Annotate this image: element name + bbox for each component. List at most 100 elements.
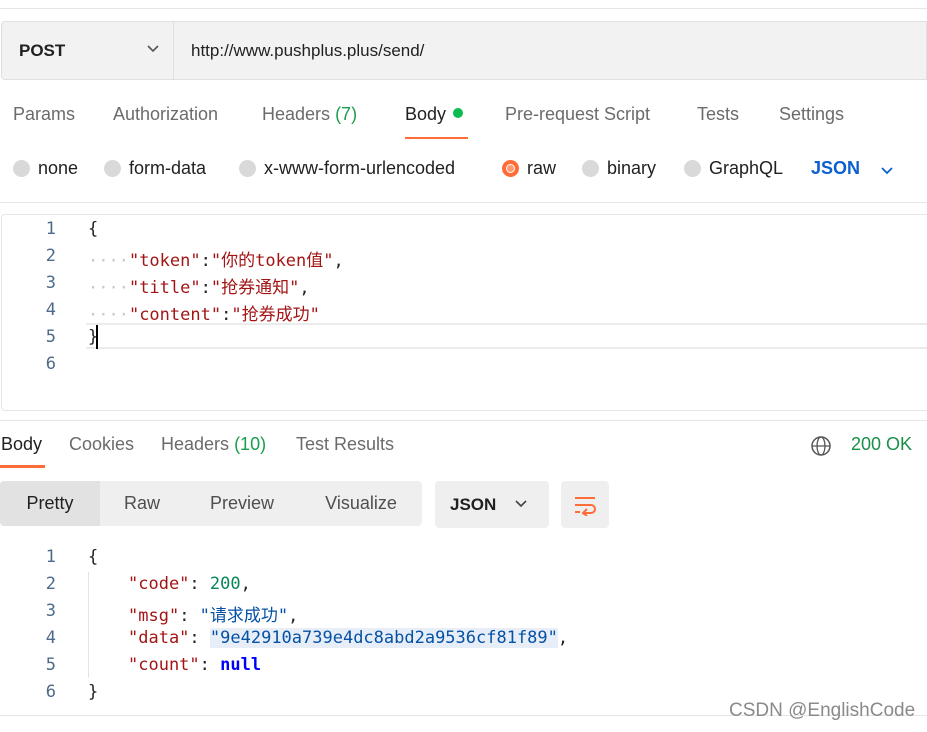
- method-select[interactable]: POST: [1, 21, 174, 80]
- request-url-bar: POST http://www.pushplus.plus/send/: [1, 21, 927, 80]
- method-label: POST: [19, 41, 66, 60]
- indent-dots: ····: [88, 305, 129, 325]
- radio-label: raw: [527, 158, 557, 178]
- radio-binary[interactable]: binary: [582, 158, 656, 179]
- tab-authorization[interactable]: Authorization: [113, 104, 218, 125]
- tab-response-body[interactable]: Body: [1, 434, 42, 455]
- tab-settings[interactable]: Settings: [779, 104, 844, 125]
- radio-none[interactable]: none: [13, 158, 78, 179]
- line-number: 3: [45, 601, 56, 621]
- json-value: "抢券通知": [210, 278, 300, 298]
- json-key: "token": [128, 251, 201, 271]
- globe-icon[interactable]: [810, 435, 832, 457]
- tab-tests[interactable]: Tests: [697, 104, 739, 125]
- line-number: 4: [45, 300, 56, 320]
- code-line: "msg": "请求成功",: [128, 606, 299, 626]
- body-type-radios: none form-data x-www-form-urlencoded raw…: [0, 158, 927, 184]
- code-line: "code": 200,: [128, 574, 251, 594]
- chevron-down-icon: [147, 45, 159, 53]
- json-value: "抢券成功": [231, 305, 320, 325]
- radio-circle: [684, 160, 701, 177]
- response-format-select[interactable]: JSON: [435, 481, 549, 528]
- text-cursor: [96, 325, 98, 349]
- line-number: 3: [45, 273, 56, 293]
- view-pretty-button[interactable]: Pretty: [0, 481, 100, 526]
- tab-headers[interactable]: Headers (7): [262, 104, 357, 125]
- radio-label: x-www-form-urlencoded: [264, 158, 456, 178]
- response-status[interactable]: 200 OK: [851, 434, 912, 455]
- headers-count: (7): [335, 104, 358, 124]
- tab-response-headers[interactable]: Headers (10): [161, 434, 266, 455]
- radio-label: none: [38, 158, 79, 178]
- json-key: "title": [128, 278, 201, 298]
- current-line-highlight: [86, 323, 927, 349]
- wrap-lines-icon: [575, 497, 596, 516]
- json-key: "content": [128, 305, 222, 325]
- indent-dots: ····: [88, 278, 129, 298]
- line-number: 6: [45, 354, 56, 374]
- tab-test-results[interactable]: Test Results: [296, 434, 394, 455]
- tab-body[interactable]: Body: [405, 104, 464, 125]
- body-language-select[interactable]: JSON: [811, 158, 860, 179]
- code-line: ····"title":"抢券通知",: [88, 273, 310, 298]
- json-value: 200: [209, 574, 241, 594]
- json-key: "code": [128, 574, 190, 594]
- tab-headers-label: Headers: [262, 104, 331, 124]
- json-sep: :: [200, 251, 211, 271]
- tab-params[interactable]: Params: [13, 104, 75, 125]
- line-number: 2: [45, 246, 56, 266]
- view-raw-button[interactable]: Raw: [100, 481, 184, 526]
- view-preview-button[interactable]: Preview: [184, 481, 300, 526]
- code-line: ····"token":"你的token值",: [88, 246, 344, 271]
- code-line: ····"content":"抢券成功": [88, 300, 320, 325]
- radio-label: GraphQL: [709, 158, 784, 178]
- body-indicator-dot: [453, 108, 464, 118]
- tab-pre-request-script[interactable]: Pre-request Script: [505, 104, 650, 125]
- response-tabs: Body Cookies Headers (10) Test Results: [0, 434, 927, 470]
- divider: [0, 420, 927, 421]
- line-number: 2: [45, 574, 56, 594]
- json-value: "你的token值": [210, 251, 334, 271]
- code-close-brace: }: [88, 682, 99, 702]
- line-number: 5: [45, 655, 56, 675]
- line-number: 5: [45, 327, 56, 347]
- chevron-down-icon[interactable]: [879, 163, 895, 179]
- response-headers-count: (10): [234, 434, 267, 454]
- json-value: "请求成功": [199, 606, 289, 626]
- radio-label: form-data: [129, 158, 207, 178]
- watermark: CSDN @EnglishCode: [729, 700, 916, 721]
- radio-circle: [582, 160, 599, 177]
- line-number: 1: [45, 219, 56, 239]
- line-number: 1: [45, 547, 56, 567]
- divider: [0, 202, 927, 203]
- line-number: 4: [45, 628, 56, 648]
- radio-label: binary: [607, 158, 657, 178]
- radio-circle: [13, 160, 30, 177]
- code-open-brace: {: [88, 547, 99, 567]
- json-comma: ,: [299, 278, 310, 298]
- format-label: JSON: [450, 495, 497, 514]
- json-value: null: [220, 655, 262, 675]
- radio-graphql[interactable]: GraphQL: [684, 158, 783, 179]
- radio-urlencoded[interactable]: x-www-form-urlencoded: [239, 158, 455, 179]
- url-input[interactable]: http://www.pushplus.plus/send/: [174, 21, 927, 80]
- code-line: "count": null: [128, 655, 262, 675]
- radio-raw[interactable]: raw: [502, 158, 556, 179]
- active-tab-underline: [405, 137, 468, 139]
- radio-form-data[interactable]: form-data: [104, 158, 206, 179]
- wrap-lines-button[interactable]: [561, 481, 609, 528]
- json-value: "9e42910a739e4dc8abd2a9536cf81f89": [209, 628, 558, 648]
- radio-circle: [104, 160, 121, 177]
- tab-response-headers-label: Headers: [161, 434, 230, 454]
- indent-guide: [88, 572, 89, 678]
- top-divider: [0, 8, 927, 9]
- json-sep: :: [221, 305, 232, 325]
- radio-circle-selected: [502, 160, 519, 177]
- indent-dots: ····: [88, 251, 129, 271]
- json-key: "msg": [128, 606, 180, 626]
- view-visualize-button[interactable]: Visualize: [300, 481, 422, 526]
- json-comma: ,: [333, 251, 344, 271]
- tab-cookies[interactable]: Cookies: [69, 434, 134, 455]
- response-view-switcher: Pretty Raw Preview Visualize: [0, 481, 422, 526]
- radio-circle: [239, 160, 256, 177]
